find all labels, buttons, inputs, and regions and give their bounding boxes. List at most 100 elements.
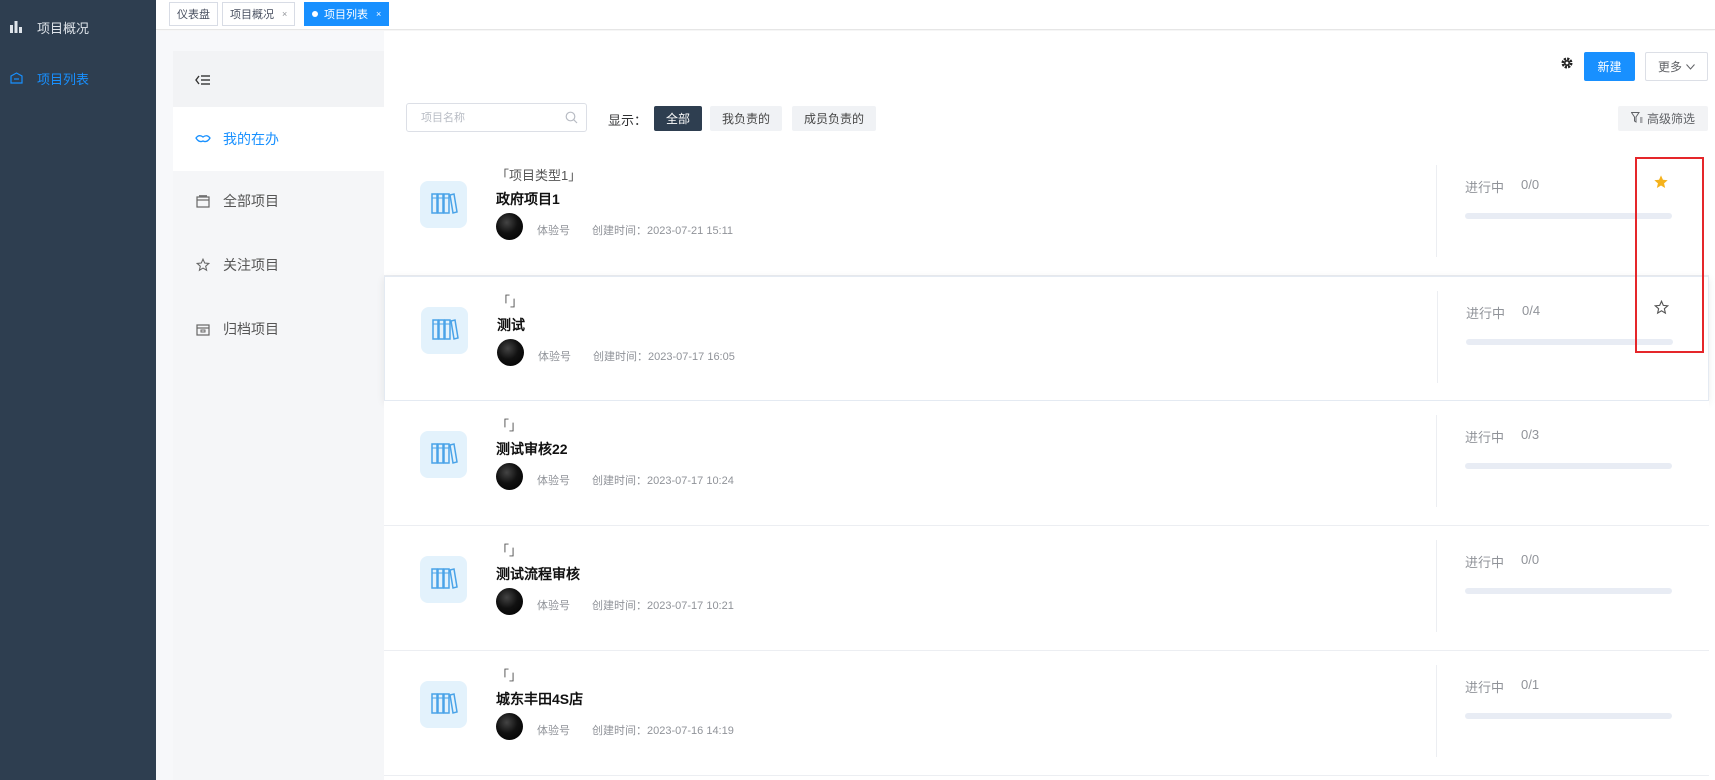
project-type: 「」 xyxy=(496,543,523,558)
task-progress-count: 0/4 xyxy=(1522,303,1541,318)
star-outline-icon xyxy=(195,257,211,273)
close-icon[interactable]: × xyxy=(376,9,381,19)
handshake-icon xyxy=(195,131,211,147)
project-owner: 体验号 xyxy=(537,225,570,237)
subnav-item-label: 归档项目 xyxy=(223,321,279,337)
card-divider xyxy=(1436,415,1437,507)
project-name[interactable]: 测试 xyxy=(497,315,525,335)
project-status: 进行中 xyxy=(1465,680,1505,695)
books-icon xyxy=(430,191,458,218)
project-status: 进行中 xyxy=(1465,180,1505,195)
filter-mine[interactable]: 我负责的 xyxy=(710,106,783,131)
tab-label: 项目列表 xyxy=(324,9,368,21)
sidebar-item-label: 项目列表 xyxy=(37,71,90,87)
progress-bar xyxy=(1466,339,1673,345)
tab-bar: 仪表盘 项目概况 × 项目列表 × xyxy=(156,0,1715,30)
sidebar-item-project-list[interactable]: 项目列表 xyxy=(0,64,156,92)
avatar xyxy=(496,713,523,740)
created-time: 创建时间：2023-07-17 10:21 xyxy=(592,600,734,612)
tab-project-list[interactable]: 项目列表 × xyxy=(304,2,390,26)
avatar xyxy=(496,213,523,240)
project-thumbnail xyxy=(420,681,467,728)
progress-bar xyxy=(1465,213,1672,219)
books-icon xyxy=(430,566,458,593)
tab-dashboard[interactable]: 仪表盘 xyxy=(169,2,218,26)
project-owner: 体验号 xyxy=(537,725,570,737)
subnav-item-all-projects[interactable]: 全部项目 xyxy=(173,171,384,231)
card-divider xyxy=(1437,291,1438,383)
star-filled-icon[interactable] xyxy=(1653,174,1671,192)
more-dropdown-button[interactable]: 更多 xyxy=(1645,52,1708,81)
task-progress-count: 0/1 xyxy=(1521,677,1540,692)
books-icon xyxy=(430,691,458,718)
filter-all[interactable]: 全部 xyxy=(654,106,703,131)
advanced-filter-label: 高级筛选 xyxy=(1646,112,1695,126)
filter-members[interactable]: 成员负责的 xyxy=(792,106,877,131)
project-name[interactable]: 测试流程审核 xyxy=(496,564,580,584)
project-name[interactable]: 政府项目1 xyxy=(496,189,560,209)
progress-bar xyxy=(1465,713,1672,719)
avatar xyxy=(497,339,524,366)
project-card[interactable]: 「」 测试审核22 体验号 创建时间：2023-07-17 10:24 进行中 0/3 xyxy=(384,401,1709,526)
search-icon[interactable] xyxy=(565,111,578,124)
subnav-item-my-todo[interactable]: 我的在办 xyxy=(173,107,384,171)
books-icon xyxy=(430,441,458,468)
project-type: 「」 xyxy=(497,294,524,309)
subnav-item-archived[interactable]: 归档项目 xyxy=(173,299,384,359)
project-search xyxy=(406,103,587,132)
created-time: 创建时间：2023-07-17 10:24 xyxy=(592,475,734,487)
sidebar-item-overview[interactable]: 项目概况 xyxy=(0,13,156,41)
project-thumbnail xyxy=(420,181,467,228)
avatar xyxy=(496,588,523,615)
card-divider xyxy=(1436,665,1437,757)
card-divider xyxy=(1436,165,1437,257)
progress-bar xyxy=(1465,588,1672,594)
project-owner: 体验号 xyxy=(537,600,570,612)
tab-label: 仪表盘 xyxy=(177,9,210,21)
project-thumbnail xyxy=(421,307,468,354)
created-time: 创建时间：2023-07-16 14:19 xyxy=(592,725,734,737)
main-sidebar: 项目概况 项目列表 xyxy=(0,0,156,780)
created-time: 创建时间：2023-07-21 15:11 xyxy=(592,225,734,237)
project-type: 「项目类型1」 xyxy=(496,168,582,183)
project-card[interactable]: 「」 测试流程审核 体验号 创建时间：2023-07-17 10:21 进行中 0/0 xyxy=(384,526,1709,651)
tab-label: 项目概况 xyxy=(230,9,274,21)
collapse-menu-icon[interactable] xyxy=(195,73,211,90)
subnav-item-label: 全部项目 xyxy=(223,193,279,209)
project-status: 进行中 xyxy=(1466,306,1506,321)
task-progress-count: 0/3 xyxy=(1521,427,1540,442)
folder-icon xyxy=(195,193,211,209)
filter-icon xyxy=(1630,111,1643,126)
search-input[interactable] xyxy=(407,104,557,131)
task-progress-count: 0/0 xyxy=(1521,177,1540,192)
sidebar-item-label: 项目概况 xyxy=(37,20,90,36)
star-outline-icon[interactable] xyxy=(1653,299,1672,318)
close-icon[interactable]: × xyxy=(282,9,287,19)
project-subnav: 我的在办 全部项目 关注项目 归档项目 xyxy=(173,51,384,780)
project-name[interactable]: 城东丰田4S店 xyxy=(496,689,583,709)
project-card[interactable]: 「」城东丰田4S店体验号 创建时间：2023-07-16 14:19 进行中 0/1 xyxy=(384,651,1709,776)
archive-icon xyxy=(195,321,211,337)
collapse-button[interactable] xyxy=(173,51,384,111)
project-card[interactable]: 「」 测试 体验号 创建时间：2023-07-17 16:05 进行中 0/4 xyxy=(384,276,1709,401)
project-list-icon xyxy=(9,71,23,85)
advanced-filter-button[interactable]: 高级筛选 xyxy=(1618,106,1708,131)
settings-gear-icon[interactable] xyxy=(1559,55,1575,71)
chevron-down-icon xyxy=(1686,62,1695,72)
tab-project-overview[interactable]: 项目概况 × xyxy=(222,2,296,26)
show-filter-label: 显示： xyxy=(608,113,648,128)
active-dot-icon xyxy=(312,11,318,17)
project-name[interactable]: 测试审核22 xyxy=(496,439,568,459)
avatar xyxy=(496,463,523,490)
project-card[interactable]: 「项目类型1」政府项目1 体验号 创建时间：2023-07-21 15:11 进行中 0… xyxy=(384,151,1709,276)
new-project-button[interactable]: 新建 xyxy=(1584,52,1635,81)
progress-bar xyxy=(1465,463,1672,469)
subnav-item-followed[interactable]: 关注项目 xyxy=(173,235,384,295)
task-progress-count: 0/0 xyxy=(1521,552,1540,567)
more-label: 更多 xyxy=(1657,60,1682,74)
project-owner: 体验号 xyxy=(538,351,571,363)
project-type: 「」 xyxy=(496,418,523,433)
project-thumbnail xyxy=(420,556,467,603)
project-type: 「」 xyxy=(496,668,523,683)
subnav-item-label: 我的在办 xyxy=(223,131,279,147)
